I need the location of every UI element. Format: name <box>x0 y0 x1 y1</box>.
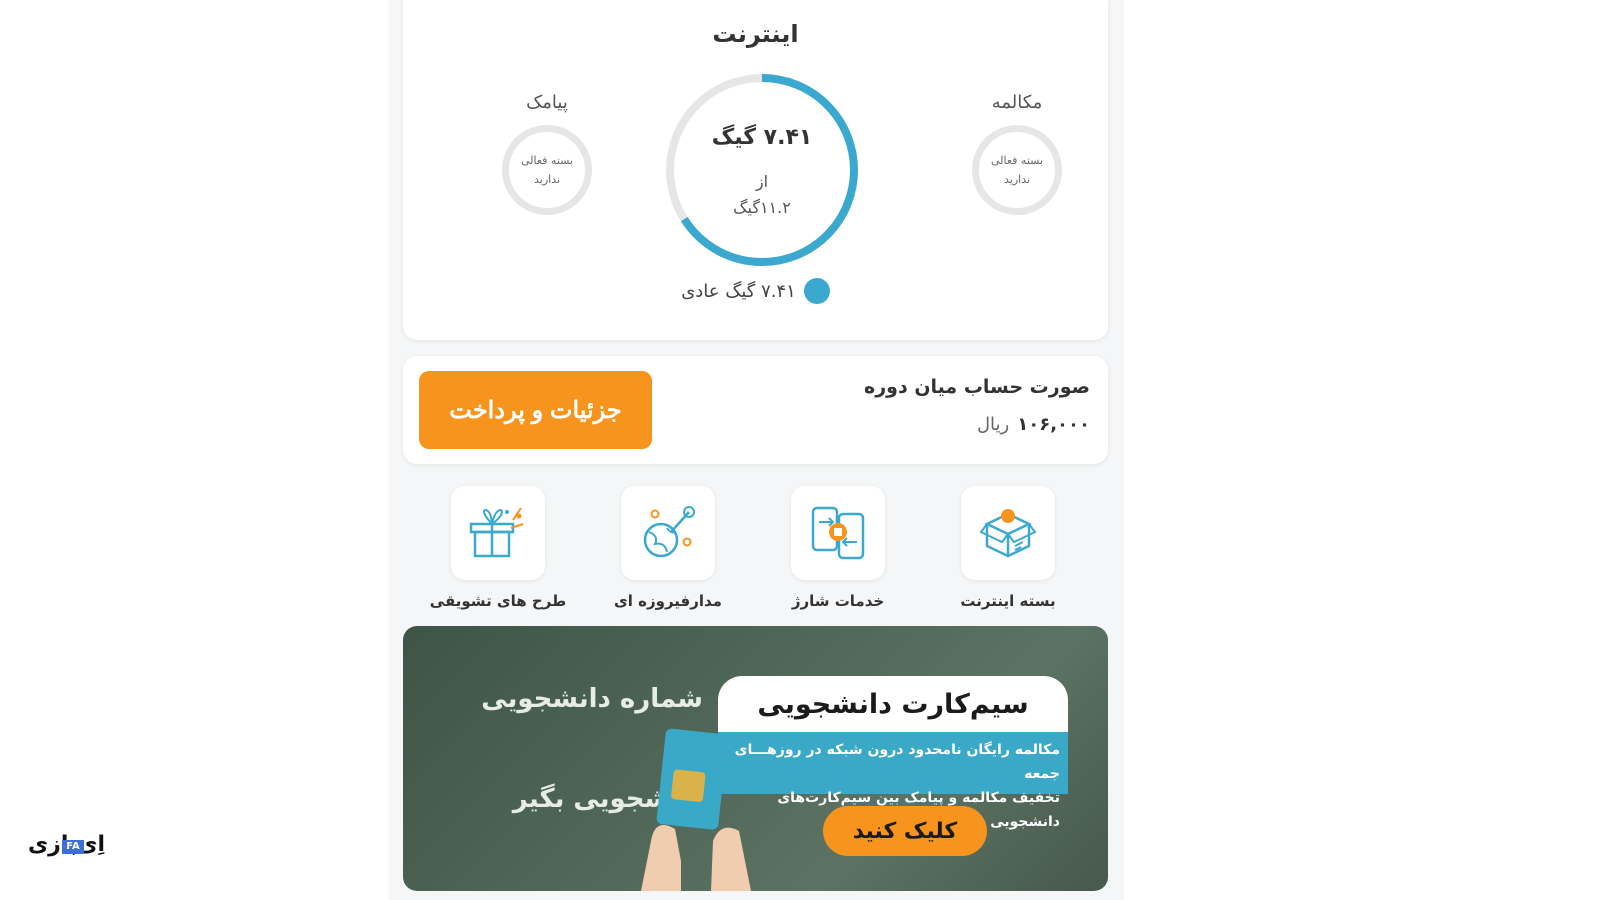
bill-amount-value: ۱۰۶,۰۰۰ <box>1017 414 1090 435</box>
watermark-badge: FA <box>62 840 84 854</box>
sms-usage[interactable]: پیامک بسته فعالی ندارید <box>497 92 597 215</box>
internet-used-value: ۷.۴۱ گیگ <box>711 125 813 150</box>
calls-status-line1: بسته فعالی <box>990 154 1044 167</box>
calls-title: مکالمه <box>991 92 1043 113</box>
banner-headline: سیم‌کارت دانشجویی <box>718 676 1068 732</box>
legend-label: ۷.۴۱ گیگ عادی <box>681 280 796 302</box>
service-charge[interactable]: خدمات شارژ <box>763 486 913 610</box>
banner-details: مکالمه رایگان نامحدود درون شبکه در روزهـ… <box>718 732 1068 830</box>
service-internet-package[interactable]: بسته اینترنت <box>933 486 1083 610</box>
sms-status-line2: ندارید <box>533 173 561 186</box>
service-label: بسته اینترنت <box>960 592 1056 610</box>
internet-usage-ring[interactable]: ۷.۴۱ گیگ از ۱۱.۲گیگ <box>662 70 862 270</box>
banner-click-button[interactable]: کلیک کنید <box>823 806 987 856</box>
internet-of-label: از <box>755 172 769 191</box>
student-sim-banner[interactable]: شماره دانشجویی بده دانشجویی بگیر سیم‌کار… <box>403 626 1108 891</box>
service-firoozeh-orbit[interactable]: مدارفیروزه ای <box>593 486 743 610</box>
bill-card: صورت حساب میان دوره ۱۰۶,۰۰۰ ریال جزئیات … <box>403 356 1108 464</box>
bill-amount: ۱۰۶,۰۰۰ ریال <box>977 414 1090 435</box>
service-label: طرح های تشویقی <box>429 592 567 610</box>
calls-usage[interactable]: مکالمه بسته فعالی ندارید <box>967 92 1067 215</box>
service-label: خدمات شارژ <box>791 592 885 610</box>
sms-title: پیامک <box>526 92 568 113</box>
bill-currency: ریال <box>976 414 1010 435</box>
internet-total-value: ۱۱.۲گیگ <box>733 198 791 217</box>
usage-title: اینترنت <box>712 20 799 48</box>
site-watermark-logo: اِی‌بازی FA <box>28 832 105 857</box>
sim-card-hand-image <box>641 728 751 891</box>
sms-ring: بسته فعالی ندارید <box>502 125 592 215</box>
sms-status-line1: بسته فعالی <box>520 154 574 167</box>
bill-title: صورت حساب میان دوره <box>864 376 1090 398</box>
banner-detail-line1: مکالمه رایگان نامحدود درون شبکه در روزهـ… <box>734 742 1060 782</box>
legend-dot <box>803 278 830 304</box>
service-incentive-plans[interactable]: طرح های تشویقی <box>423 486 573 610</box>
usage-legend: ۷.۴۱ گیگ عادی <box>403 278 1108 304</box>
gift-icon <box>469 507 524 558</box>
details-and-pay-button[interactable]: جزئیات و پرداخت <box>419 371 652 449</box>
service-label: مدارفیروزه ای <box>614 592 722 610</box>
box-icon <box>979 509 1037 558</box>
calls-status-line2: ندارید <box>1003 173 1031 186</box>
phones-exchange-icon <box>811 506 865 560</box>
calls-ring: بسته فعالی ندارید <box>972 125 1062 215</box>
globe-orbit-icon <box>643 506 695 558</box>
services-grid: بسته اینترنت خدمات شارژ مدارفیروزه ای طر… <box>403 486 1108 616</box>
usage-card: اینترنت مکالمه بسته فعالی ندارید پیامک ب… <box>403 0 1108 340</box>
app-screen: اینترنت مکالمه بسته فعالی ندارید پیامک ب… <box>389 0 1124 900</box>
